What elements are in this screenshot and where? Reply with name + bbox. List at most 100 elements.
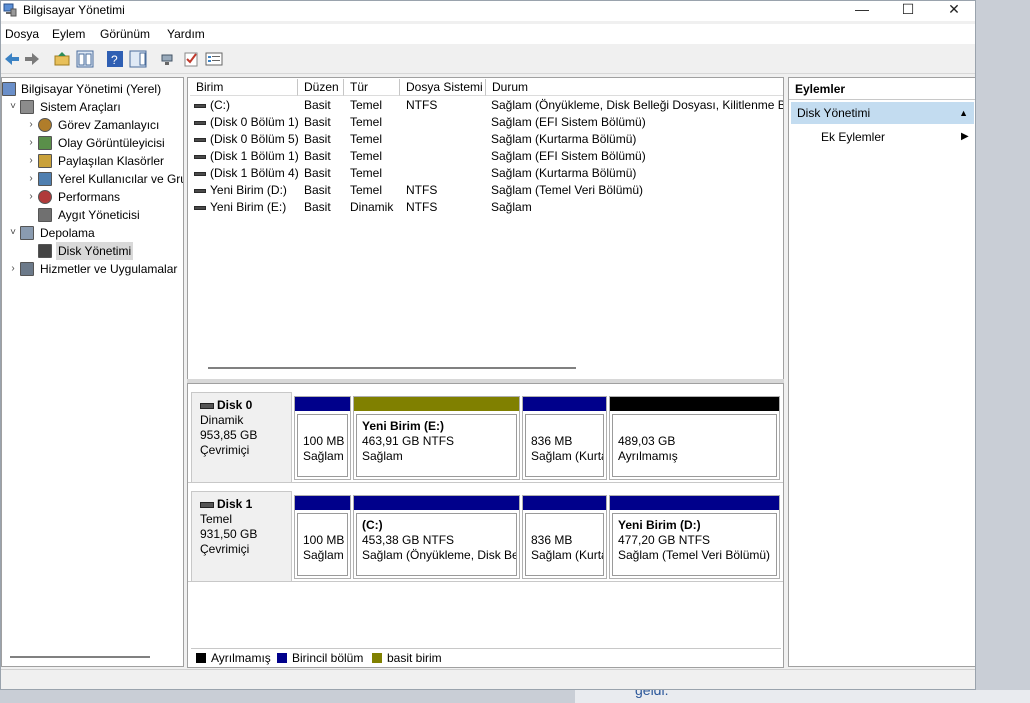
submenu-arrow-icon[interactable]: ▶	[961, 128, 969, 146]
expand-arrow-icon[interactable]: ›	[26, 116, 36, 134]
partition-info: 100 MB Sağlam	[297, 513, 348, 576]
partition-block[interactable]: 489,03 GB Ayrılmamış	[609, 396, 780, 480]
legend-label-simple-volume: basit birim	[387, 651, 442, 665]
action-pane-icon[interactable]	[129, 50, 147, 68]
computer-management-icon	[2, 82, 16, 96]
disk-label[interactable]: Disk 1 Temel 931,50 GB Çevrimiçi	[191, 491, 292, 582]
up-folder-icon[interactable]	[53, 50, 71, 68]
partition-status: Sağlam (Temel Veri Bölümü)	[618, 548, 771, 562]
expand-arrow-icon[interactable]: ›	[26, 170, 36, 188]
volume-list-horizontal-scrollbar[interactable]	[208, 367, 576, 369]
volume-list-header: Birim Düzen Tür Dosya Sistemi Durum	[188, 79, 783, 97]
minimize-button[interactable]: —	[839, 1, 885, 19]
partition-info: Yeni Birim (D:) 477,20 GB NTFS Sağlam (Tem…	[612, 513, 777, 576]
partition-status: Sağlam (Önyükleme, Disk Bel	[362, 548, 517, 562]
partition-info: 489,03 GB Ayrılmamış	[612, 414, 777, 477]
legend-item-simple-volume: basit birim	[372, 649, 442, 667]
disk-type: Dinamik	[200, 413, 244, 427]
disk-status: Çevrimiçi	[200, 542, 250, 556]
volume-row[interactable]: (Disk 0 Bölüm 5) Basit Temel Sağlam (Kurtar…	[188, 131, 783, 148]
column-header-duzen[interactable]: Düzen	[298, 79, 344, 96]
disk-row: Disk 1 Temel 931,50 GB Çevrimiçi 100 MB Sağla…	[188, 487, 783, 582]
legend-label-primary: Birincil bölüm	[292, 651, 364, 665]
column-header-tur[interactable]: Tür	[344, 79, 400, 96]
tree-item-label: Paylaşılan Klasörler	[58, 154, 165, 168]
menu-dosya[interactable]: Dosya	[5, 27, 39, 41]
back-icon[interactable]	[3, 50, 21, 68]
disk-size: 953,85 GB	[200, 428, 258, 442]
connect-icon[interactable]	[159, 50, 177, 68]
expand-arrow-icon[interactable]: ›	[26, 188, 36, 206]
disk-name: Disk 0	[217, 398, 253, 412]
partition-title: Yeni Birim (D:)	[618, 518, 701, 532]
properties-icon[interactable]	[205, 50, 223, 68]
device-manager-icon	[38, 208, 52, 222]
volume-cell: Temel	[350, 132, 383, 146]
actions-section-disk-management[interactable]: Disk Yönetimi ▲	[791, 102, 974, 124]
expand-arrow-icon[interactable]: ›	[26, 134, 36, 152]
task-scheduler-icon	[38, 118, 52, 132]
maximize-button[interactable]: ☐	[885, 1, 931, 19]
volume-cell: Sağlam (EFI Sistem Bölümü)	[491, 115, 646, 129]
tree-item-label: Depolama	[40, 226, 95, 240]
partition-block[interactable]: Yeni Birim (E:) 463,91 GB NTFS Sağlam	[353, 396, 520, 480]
volume-icon	[194, 189, 206, 193]
disk-label[interactable]: Disk 0 Dinamik 953,85 GB Çevrimiçi	[191, 392, 292, 483]
volume-row[interactable]: (Disk 1 Bölüm 4) Basit Temel Sağlam (Kurtar…	[188, 165, 783, 182]
volume-row[interactable]: (Disk 0 Bölüm 1) Basit Temel Sağlam (EFI Si…	[188, 114, 783, 131]
volume-cell: NTFS	[406, 98, 438, 112]
help-icon[interactable]: ?	[106, 50, 124, 68]
volume-cell: Basit	[304, 166, 331, 180]
partition-block[interactable]: 100 MB Sağlam	[294, 396, 351, 480]
volume-icon	[194, 121, 206, 125]
volume-icon	[194, 104, 206, 108]
close-button[interactable]: ✕	[931, 1, 975, 19]
column-header-dosya-sistemi[interactable]: Dosya Sistemi	[400, 79, 486, 96]
actions-pane: Eylemler Disk Yönetimi ▲ Ek Eylemler ▶	[788, 77, 975, 667]
forward-icon[interactable]	[23, 50, 41, 68]
partition-info: Yeni Birim (E:) 463,91 GB NTFS Sağlam	[356, 414, 517, 477]
legend-swatch-unallocated	[196, 653, 206, 663]
collapse-arrow-icon[interactable]: ▲	[959, 102, 968, 124]
volume-list: Birim Düzen Tür Dosya Sistemi Durum (C:)…	[187, 77, 784, 381]
volume-cell: (C:)	[210, 98, 230, 112]
menu-eylem[interactable]: Eylem	[52, 27, 85, 41]
window-title: Bilgisayar Yönetimi	[23, 3, 125, 17]
partition-block[interactable]: Yeni Birim (D:) 477,20 GB NTFS Sağlam (Tem…	[609, 495, 780, 579]
partition-block[interactable]: 100 MB Sağlam	[294, 495, 351, 579]
more-actions-item[interactable]: Ek Eylemler	[821, 128, 885, 146]
system-tools-icon	[20, 100, 34, 114]
partition-block[interactable]: 836 MB Sağlam (Kurta	[522, 495, 607, 579]
volume-cell: Yeni Birim (D:)	[210, 183, 287, 197]
column-header-birim[interactable]: Birim	[190, 79, 298, 96]
navigation-tree: Bilgisayar Yönetimi (Yerel) ˅ Sistem Araçl…	[1, 77, 184, 667]
expand-arrow-icon[interactable]: ˅	[8, 98, 18, 116]
check-icon[interactable]	[182, 50, 200, 68]
tree-horizontal-scrollbar[interactable]	[10, 656, 150, 658]
volume-row[interactable]: Yeni Birim (E:) Basit Dinamik NTFS Sağlam	[188, 199, 783, 216]
partition-size: 463,91 GB NTFS	[362, 434, 455, 448]
expand-arrow-icon[interactable]: ›	[8, 260, 18, 278]
volume-cell: Basit	[304, 183, 331, 197]
expand-arrow-icon[interactable]: ›	[26, 152, 36, 170]
volume-row[interactable]: Yeni Birim (D:) Basit Temel NTFS Sağlam (Tem…	[188, 182, 783, 199]
partition-block[interactable]: 836 MB Sağlam (Kurta	[522, 396, 607, 480]
menu-yardim[interactable]: Yardım	[167, 27, 205, 41]
partition-size: 100 MB	[303, 533, 345, 547]
show-hide-tree-icon[interactable]	[76, 50, 94, 68]
volume-row[interactable]: (C:) Basit Temel NTFS Sağlam (Önyükleme, Dis…	[188, 97, 784, 114]
volume-row[interactable]: (Disk 1 Bölüm 1) Basit Temel Sağlam (EFI Si…	[188, 148, 783, 165]
partition-title: Yeni Birim (E:)	[362, 419, 445, 433]
svg-text:?: ?	[111, 53, 118, 67]
partition-status: Sağlam	[303, 548, 344, 562]
column-header-durum[interactable]: Durum	[486, 79, 783, 96]
expand-arrow-icon[interactable]: ˅	[8, 224, 18, 242]
volume-cell: Sağlam (Önyükleme, Disk Belleği Dosyası,…	[491, 98, 784, 112]
partition-block[interactable]: (C:) 453,38 GB NTFS Sağlam (Önyükleme, Dis…	[353, 495, 520, 579]
volume-icon	[194, 138, 206, 142]
partition-color-bar	[610, 397, 779, 411]
legend-swatch-simple-volume	[372, 653, 382, 663]
title-bar[interactable]: Bilgisayar Yönetimi — ☐ ✕	[1, 1, 975, 21]
partition-info: (C:) 453,38 GB NTFS Sağlam (Önyükleme, Dis…	[356, 513, 517, 576]
menu-gorunum[interactable]: Görünüm	[100, 27, 150, 41]
